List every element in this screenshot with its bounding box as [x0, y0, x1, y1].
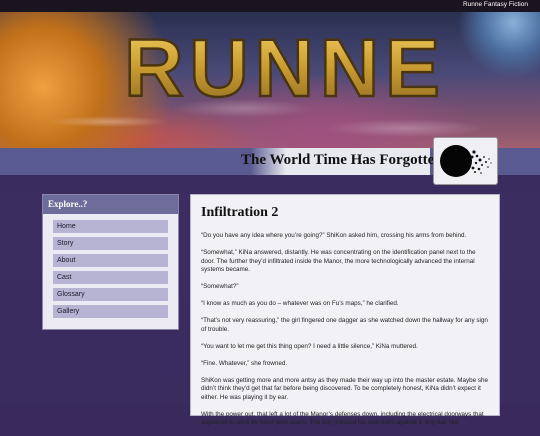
site-name[interactable]: Runne Fantasy Fiction [463, 1, 528, 8]
nav-item-cast[interactable]: Cast [53, 271, 168, 284]
explore-sidebar: Explore..? Home Story About Cast Glossar… [42, 194, 179, 330]
article-panel: Infiltration 2 “Do you have any idea whe… [190, 194, 500, 426]
top-bar: Runne Fantasy Fiction [0, 0, 540, 12]
article-paragraph: ShiKon was getting more and more antsy a… [201, 376, 489, 401]
sidebar-title: Explore..? [43, 195, 178, 214]
nav-item-home[interactable]: Home [53, 220, 168, 233]
article-paragraph: “I know as much as you do – whatever was… [201, 300, 399, 308]
svg-text:RUNNE: RUNNE [124, 24, 446, 114]
nav-item-about[interactable]: About [53, 254, 168, 267]
article-paragraph: “Somewhat,” KiNa answered, distantly. He… [201, 248, 476, 274]
nav-item-story[interactable]: Story [53, 237, 168, 250]
article-body: “Do you have any idea where you’re going… [201, 232, 491, 436]
runne-logo[interactable]: RUNNE [105, 24, 465, 114]
article-paragraph: “Somewhat?” [201, 283, 239, 291]
article-paragraph: “Do you have any idea where you’re going… [201, 232, 467, 239]
article-paragraph: “You want to let me get this thing open?… [201, 342, 418, 350]
nav-item-glossary[interactable]: Glossary [53, 288, 168, 301]
planet-emblem-icon [433, 137, 498, 185]
article-title: Infiltration 2 [201, 205, 279, 220]
article-paragraph: With the power out, that left a lot of t… [201, 410, 484, 427]
article-paragraph: “That’s not very reassuring,” the girl f… [201, 317, 488, 333]
header-banner: RUNNE [0, 12, 540, 148]
sidebar-nav: Home Story About Cast Glossary Gallery [43, 214, 178, 318]
article-paragraph: “Fine. Whatever,” she frowned. [201, 359, 288, 367]
site-tagline: The World Time Has Forgotten [241, 152, 443, 168]
nav-item-gallery[interactable]: Gallery [53, 305, 168, 318]
